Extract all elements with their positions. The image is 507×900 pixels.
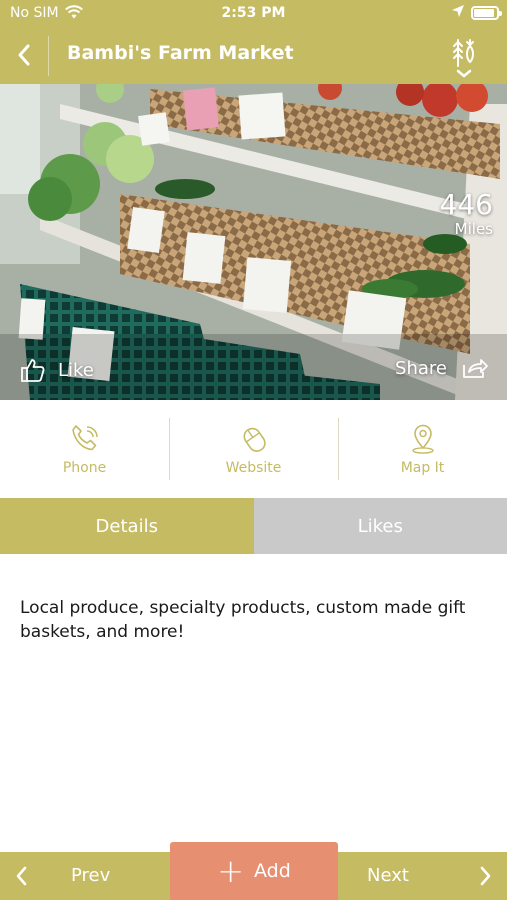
add-label: Add — [254, 860, 291, 882]
top-bar: No SIM 2:53 PM Bambi's Farm Market — [0, 0, 507, 84]
back-button[interactable] — [10, 40, 40, 70]
like-label: Like — [58, 359, 94, 381]
chevron-left-icon — [16, 866, 27, 886]
tab-likes[interactable]: Likes — [253, 498, 507, 554]
nav-divider — [48, 36, 49, 76]
distance-readout: 446 Miles — [439, 188, 493, 239]
prev-label: Prev — [71, 865, 111, 886]
plus-icon: + — [217, 852, 244, 890]
market-photo: 446 Miles — [0, 84, 507, 400]
status-bar: No SIM 2:53 PM — [0, 0, 507, 28]
filter-produce-button[interactable] — [449, 36, 479, 80]
phone-action-button[interactable]: Phone — [0, 400, 169, 498]
share-label: Share — [395, 357, 447, 379]
tab-bar: Details Likes — [0, 498, 507, 554]
map-it-action-button[interactable]: Map It — [338, 400, 507, 498]
like-button[interactable]: Like — [20, 357, 94, 383]
distance-unit: Miles — [454, 220, 493, 238]
phone-label: Phone — [62, 460, 107, 476]
share-arrow-icon — [463, 359, 488, 378]
nav-bar: Bambi's Farm Market — [0, 28, 507, 84]
tab-details[interactable]: Details — [0, 498, 254, 554]
page-title: Bambi's Farm Market — [67, 42, 294, 64]
details-text: Local produce, specialty products, custo… — [20, 598, 466, 642]
add-button[interactable]: + Add — [170, 842, 338, 900]
status-time: 2:53 PM — [221, 5, 286, 21]
distance-value: 446 — [439, 188, 493, 221]
share-button[interactable]: Share — [395, 357, 489, 379]
map-pin-icon — [411, 424, 434, 454]
mouse-icon — [242, 427, 266, 452]
website-label: Website — [225, 460, 282, 476]
chevron-right-icon — [480, 866, 491, 886]
next-button[interactable]: Next — [339, 852, 507, 900]
contact-actions: Phone Website Map It — [0, 400, 507, 498]
location-arrow-icon — [451, 4, 465, 22]
produce-filter-icon — [453, 39, 474, 78]
battery-icon — [471, 6, 502, 20]
thumbs-up-icon — [21, 359, 45, 382]
next-label: Next — [367, 865, 409, 886]
chevron-left-icon — [18, 44, 30, 66]
produce-stand-image — [0, 84, 507, 400]
prev-button[interactable]: Prev — [0, 852, 170, 900]
phone-icon — [71, 425, 98, 451]
website-action-button[interactable]: Website — [169, 400, 338, 498]
map-it-label: Map It — [400, 460, 445, 476]
